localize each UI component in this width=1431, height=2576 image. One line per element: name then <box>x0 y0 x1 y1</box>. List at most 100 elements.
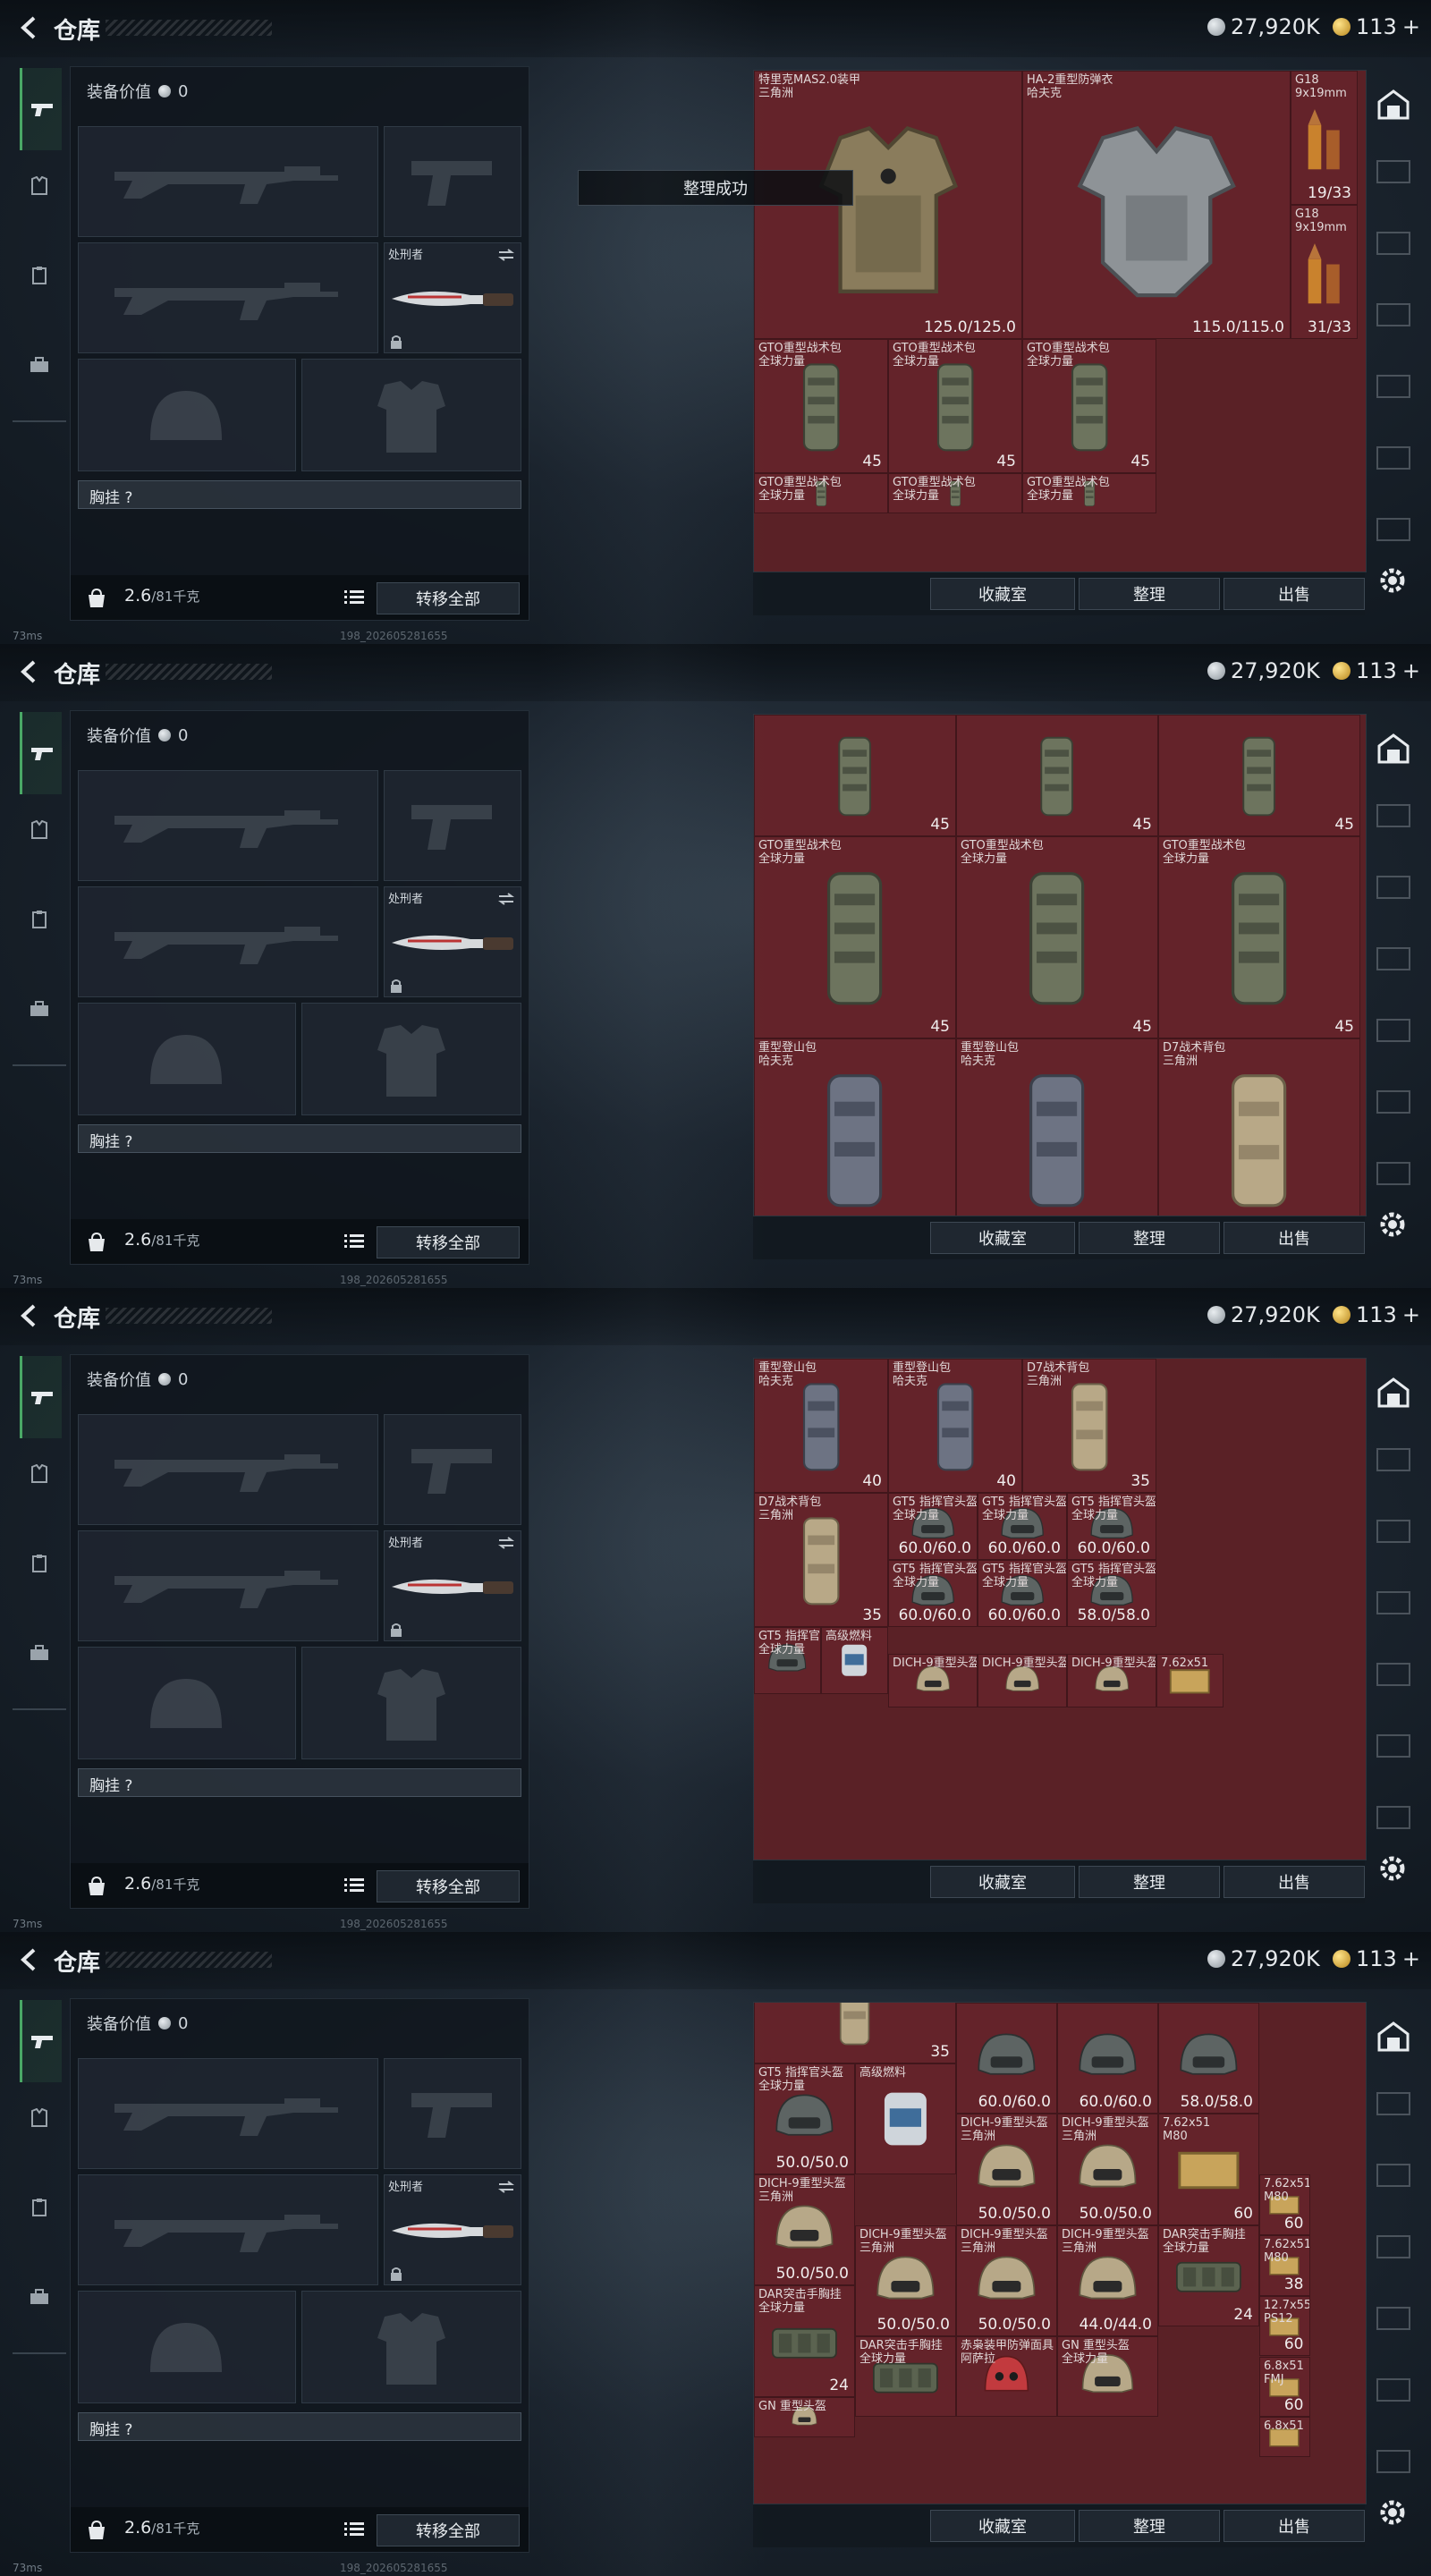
warehouse-icon[interactable] <box>1377 88 1410 120</box>
stash-item[interactable]: 6.8x51 <box>1259 2417 1310 2458</box>
add-gold-icon[interactable]: + <box>1402 1302 1420 1327</box>
stash-item[interactable]: 6.8x51 FMJ 60 <box>1259 2356 1310 2418</box>
stash-item[interactable]: GT5 指挥官头盔 全球力量 60.0/60.0 <box>1067 1493 1156 1560</box>
helmet-slot[interactable] <box>78 1647 296 1759</box>
storage-tab-icon[interactable] <box>1376 2449 1411 2474</box>
helmet-slot[interactable] <box>78 2291 296 2403</box>
stash-item[interactable]: DICH-9重型头盔 三角洲 50.0/50.0 <box>855 2224 956 2336</box>
pistol-slot[interactable] <box>384 126 521 237</box>
storage-tab-icon[interactable] <box>1376 1590 1411 1615</box>
storage-tab-icon[interactable] <box>1376 517 1411 542</box>
stash-item[interactable]: GT5 指挥官头盔 全球力量 60.0/60.0 <box>978 1493 1067 1560</box>
storage-tab-icon[interactable] <box>1376 875 1411 900</box>
warehouse-icon[interactable] <box>1377 732 1410 764</box>
tab-armor[interactable] <box>20 1454 59 1494</box>
tab-weapons[interactable] <box>20 2000 62 2082</box>
stash-item[interactable]: DICH-9重型头盔 三角洲 50.0/50.0 <box>956 2114 1057 2225</box>
tab-rig[interactable] <box>20 900 59 939</box>
stash-item[interactable]: GT5 指挥官头盔 全球力量 50.0/50.0 <box>754 2063 855 2175</box>
settings-gear-icon[interactable] <box>1377 2497 1408 2528</box>
stash-item[interactable]: 重型登山包 哈夫克 <box>956 1038 1158 1216</box>
melee-slot[interactable]: 处刑者 <box>384 2174 521 2285</box>
melee-slot[interactable]: 处刑者 <box>384 242 521 353</box>
stash-item[interactable]: GTO重型战术包 全球力量 45 <box>956 835 1158 1038</box>
settings-gear-icon[interactable] <box>1377 1209 1408 1240</box>
stash-item[interactable]: 45 <box>754 715 956 836</box>
storage-tab-icon[interactable] <box>1376 946 1411 971</box>
stash-item[interactable]: DAR突击手胸挂 全球力量 24 <box>1158 2224 1259 2326</box>
settings-gear-icon[interactable] <box>1377 565 1408 596</box>
stash-item[interactable]: GTO重型战术包 全球力量 <box>754 473 888 513</box>
swap-icon[interactable] <box>497 249 515 261</box>
sort-button[interactable]: 整理 <box>1079 1222 1220 1254</box>
primary-weapon-slot[interactable] <box>78 2058 378 2169</box>
chest-rig-row[interactable]: 胸挂 ? <box>78 2412 521 2441</box>
stash-item[interactable]: GTO重型战术包 全球力量 45 <box>1022 339 1156 473</box>
swap-icon[interactable] <box>497 893 515 905</box>
stash-item[interactable]: 重型登山包 哈夫克 40 <box>754 1359 888 1493</box>
chest-rig-row[interactable]: 胸挂 ? <box>78 1124 521 1153</box>
sort-button[interactable]: 整理 <box>1079 2510 1220 2542</box>
primary-weapon-slot[interactable] <box>78 1414 378 1525</box>
tab-armor[interactable] <box>20 166 59 206</box>
secondary-weapon-slot[interactable] <box>78 886 378 997</box>
tab-backpack[interactable] <box>20 989 59 1029</box>
collection-button[interactable]: 收藏室 <box>930 1222 1075 1254</box>
helmet-slot[interactable] <box>78 359 296 471</box>
back-arrow-icon[interactable] <box>14 13 45 43</box>
sell-button[interactable]: 出售 <box>1224 578 1365 610</box>
stash-item[interactable]: 45 <box>1158 715 1360 836</box>
tab-weapons[interactable] <box>20 1356 62 1438</box>
stash-item[interactable]: 7.62x51 M80 60 <box>1259 2174 1310 2235</box>
settings-gear-icon[interactable] <box>1377 1853 1408 1884</box>
secondary-weapon-slot[interactable] <box>78 2174 378 2285</box>
gold-balance[interactable]: 113 + <box>1333 658 1420 683</box>
storage-tab-icon[interactable] <box>1376 2163 1411 2188</box>
list-icon[interactable] <box>344 1877 364 1894</box>
warehouse-icon[interactable] <box>1377 2020 1410 2052</box>
stash-item[interactable]: GT5 指挥官头盔 全球力量 58.0/58.0 <box>1067 1560 1156 1627</box>
body-armor-slot[interactable] <box>301 359 521 471</box>
add-gold-icon[interactable]: + <box>1402 14 1420 39</box>
stash-item[interactable]: D7战术背包 三角洲 35 <box>754 1493 888 1627</box>
sell-button[interactable]: 出售 <box>1224 1222 1365 1254</box>
storage-tab-icon[interactable] <box>1376 1447 1411 1472</box>
pistol-slot[interactable] <box>384 2058 521 2169</box>
melee-slot[interactable]: 处刑者 <box>384 886 521 997</box>
stash-item[interactable]: G18 9x19mm 31/33 <box>1291 205 1358 339</box>
stash-item[interactable]: GTO重型战术包 全球力量 <box>888 473 1022 513</box>
tab-rig[interactable] <box>20 256 59 295</box>
add-gold-icon[interactable]: + <box>1402 1946 1420 1971</box>
sort-button[interactable]: 整理 <box>1079 1866 1220 1898</box>
stash-item[interactable]: DICH-9重型头盔 <box>978 1654 1067 1707</box>
stash-item[interactable]: GTO重型战术包 全球力量 45 <box>1158 835 1360 1038</box>
melee-slot[interactable]: 处刑者 <box>384 1530 521 1641</box>
storage-tab-icon[interactable] <box>1376 445 1411 470</box>
stash-item[interactable]: 7.62x51 <box>1156 1654 1224 1707</box>
body-armor-slot[interactable] <box>301 1647 521 1759</box>
storage-tab-icon[interactable] <box>1376 803 1411 828</box>
stash-item[interactable]: DICH-9重型头盔 三角洲 50.0/50.0 <box>956 2224 1057 2336</box>
storage-tab-icon[interactable] <box>1376 1519 1411 1544</box>
collection-button[interactable]: 收藏室 <box>930 578 1075 610</box>
storage-tab-icon[interactable] <box>1376 2306 1411 2331</box>
tab-backpack[interactable] <box>20 345 59 385</box>
tab-armor[interactable] <box>20 2098 59 2138</box>
stash-item[interactable]: DAR突击手胸挂 全球力量 24 <box>754 2285 855 2397</box>
stash-item[interactable]: D7战术背包 三角洲 <box>1158 1038 1360 1216</box>
add-gold-icon[interactable]: + <box>1402 658 1420 683</box>
stash-item[interactable]: 35 <box>754 2003 956 2063</box>
tab-rig[interactable] <box>20 2188 59 2227</box>
stash-item[interactable]: 58.0/58.0 <box>1158 2003 1259 2114</box>
helmet-slot[interactable] <box>78 1003 296 1115</box>
gold-balance[interactable]: 113 + <box>1333 1946 1420 1971</box>
storage-tab-icon[interactable] <box>1376 374 1411 399</box>
storage-tab-icon[interactable] <box>1376 2234 1411 2259</box>
stash-item[interactable]: 7.62x51 M80 60 <box>1158 2114 1259 2225</box>
back-arrow-icon[interactable] <box>14 1945 45 1975</box>
stash-item[interactable]: 重型登山包 哈夫克 <box>754 1038 956 1216</box>
back-arrow-icon[interactable] <box>14 657 45 687</box>
pistol-slot[interactable] <box>384 770 521 881</box>
swap-icon[interactable] <box>497 2181 515 2193</box>
storage-tab-icon[interactable] <box>1376 1805 1411 1830</box>
